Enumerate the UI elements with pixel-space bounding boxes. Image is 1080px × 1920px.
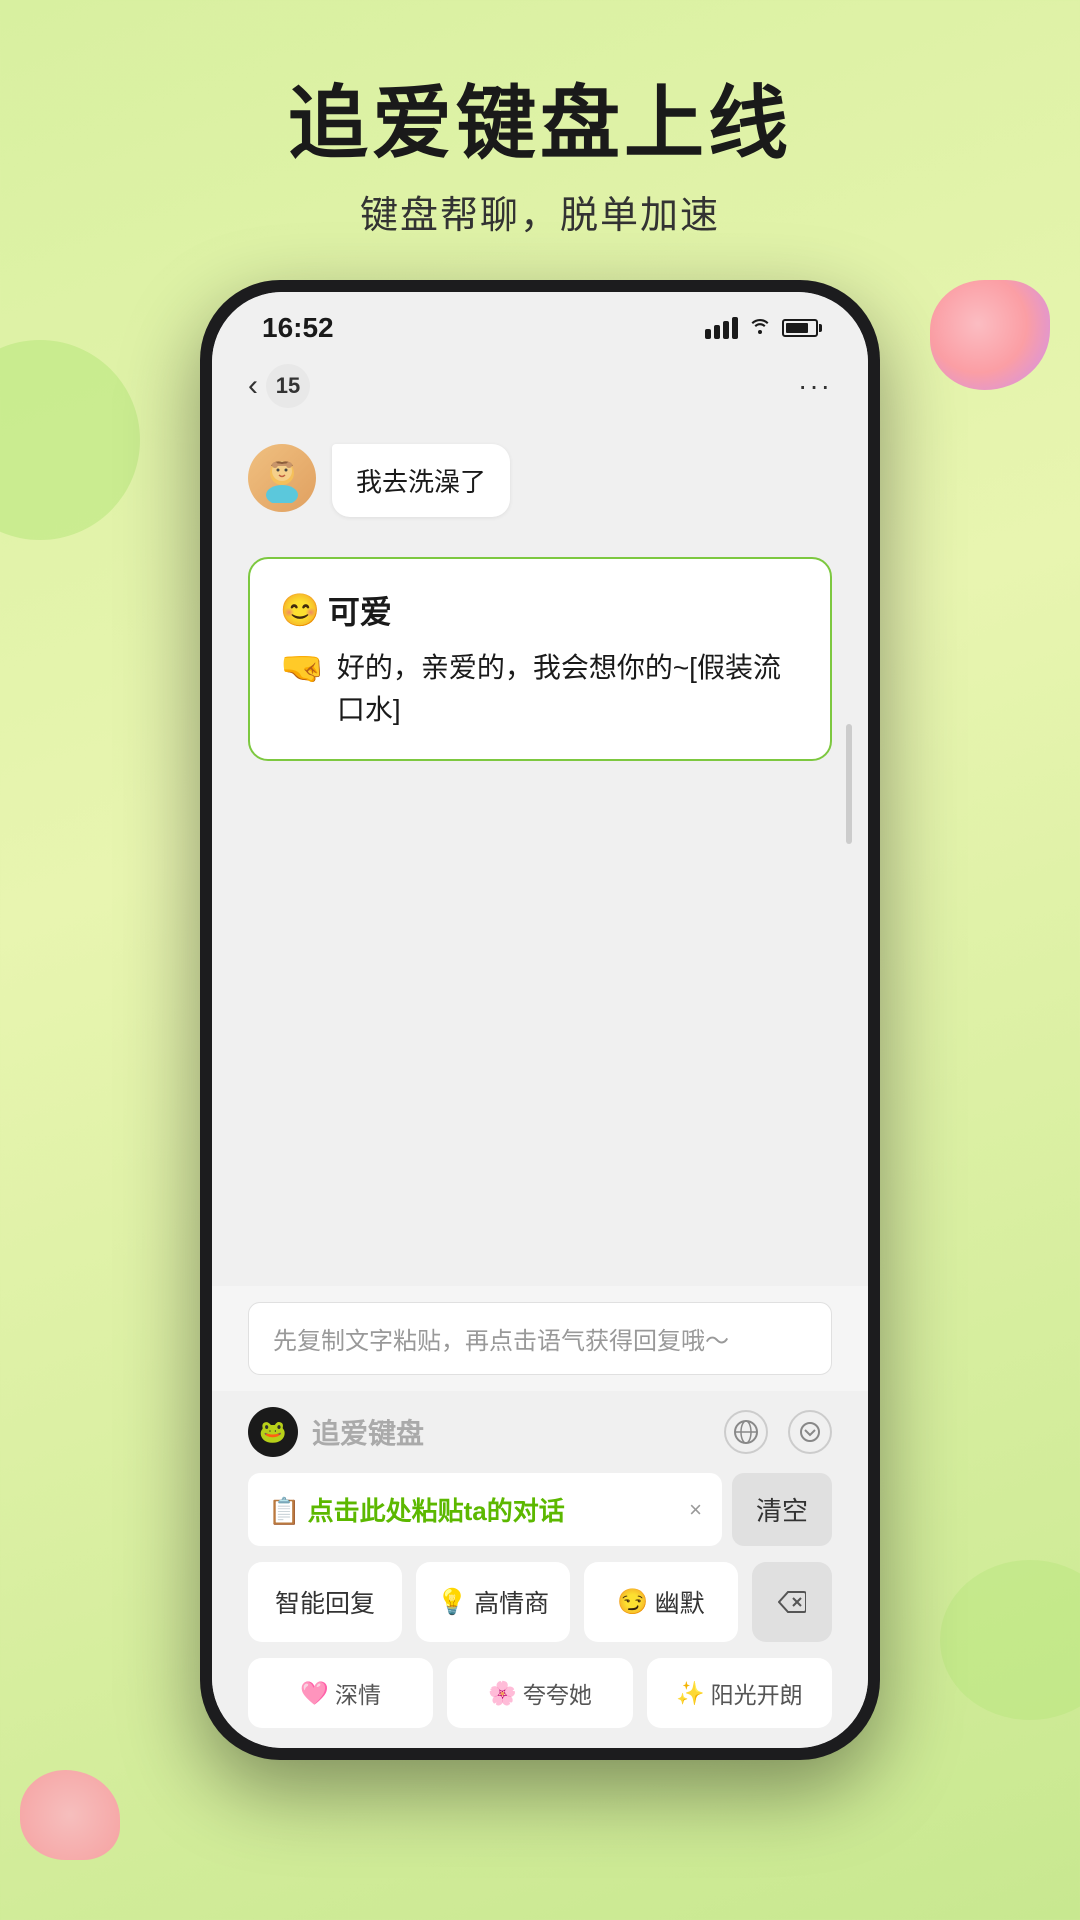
compliment-button[interactable]: 🌸 夸夸她: [447, 1658, 632, 1728]
paste-close-icon[interactable]: ×: [689, 1497, 702, 1523]
signal-icon: [705, 317, 738, 339]
smart-reply-button[interactable]: 智能回复: [248, 1562, 402, 1642]
chat-more-button[interactable]: ···: [798, 370, 832, 402]
status-bar: 16:52: [212, 292, 868, 354]
ai-suggestion-body: 🤜 好的，亲爱的，我会想你的~[假装流口水]: [280, 647, 800, 731]
chevron-down-button[interactable]: [788, 1410, 832, 1454]
wifi-icon: [748, 316, 772, 340]
decorative-blob-right-bottom: [940, 1560, 1080, 1720]
humor-label: 幽默: [655, 1584, 705, 1620]
battery-icon: [782, 319, 818, 337]
back-arrow-icon[interactable]: ‹: [248, 369, 258, 403]
high-eq-button[interactable]: 💡 高情商: [416, 1562, 570, 1642]
keyboard-name: 追爱键盘: [312, 1412, 710, 1452]
chat-header: ‹ 15 ···: [212, 354, 868, 424]
message-input[interactable]: 先复制文字粘贴，再点击语气获得回复哦～: [248, 1302, 832, 1375]
main-title: 追爱键盘上线: [0, 80, 1080, 168]
mood-buttons-row: 🩷 深情 🌸 夸夸她 ✨ 阳光开朗: [212, 1658, 868, 1728]
clear-button[interactable]: 清空: [732, 1473, 832, 1546]
smart-reply-label: 智能回复: [275, 1584, 375, 1620]
input-bar: 先复制文字粘贴，再点击语气获得回复哦～: [212, 1286, 868, 1391]
ai-suggestion-card[interactable]: 😊 可爱 🤜 好的，亲爱的，我会想你的~[假装流口水]: [248, 557, 832, 761]
ai-suggestion-title: 😊 可爱: [280, 587, 800, 633]
hand-emoji-icon: 🤜: [280, 647, 325, 689]
ai-suggestion-text: 好的，亲爱的，我会想你的~[假装流口水]: [337, 647, 800, 731]
paste-banner: 📋 点击此处粘贴ta的对话 × 清空: [248, 1473, 832, 1546]
high-eq-emoji: 💡: [437, 1588, 468, 1617]
phone-outer-frame: 16:52 ‹: [200, 280, 880, 1760]
humor-button[interactable]: 😏 幽默: [584, 1562, 738, 1642]
humor-emoji: 😏: [617, 1588, 648, 1617]
passionate-label: 深情: [335, 1676, 381, 1710]
contact-avatar: [248, 444, 316, 512]
status-icons: [705, 316, 818, 340]
keyboard-section: 🐸 追爱键盘: [212, 1391, 868, 1748]
passionate-emoji: 🩷: [300, 1680, 329, 1707]
quick-reply-row: 智能回复 💡 高情商 😏 幽默: [212, 1562, 868, 1642]
received-message-bubble: 我去洗澡了: [332, 444, 510, 517]
passionate-button[interactable]: 🩷 深情: [248, 1658, 433, 1728]
paste-input-area[interactable]: 📋 点击此处粘贴ta的对话 ×: [248, 1473, 722, 1546]
sunshine-emoji: ✨: [676, 1680, 705, 1707]
page-title-area: 追爱键盘上线 键盘帮聊，脱单加速: [0, 0, 1080, 239]
keyboard-header: 🐸 追爱键盘: [212, 1391, 868, 1473]
page-subtitle: 键盘帮聊，脱单加速: [0, 184, 1080, 239]
ai-suggestion-title-text: 可爱: [328, 587, 392, 633]
sunshine-label: 阳光开朗: [711, 1676, 803, 1710]
decorative-blob-left: [0, 340, 140, 540]
ai-suggestion-emoji: 😊: [280, 591, 320, 629]
phone-mockup: 16:52 ‹: [200, 280, 880, 1760]
paste-label[interactable]: 📋 点击此处粘贴ta的对话: [268, 1491, 565, 1528]
chat-back-area[interactable]: ‹ 15: [248, 364, 310, 408]
sunshine-button[interactable]: ✨ 阳光开朗: [647, 1658, 832, 1728]
decorative-heart-blob-top: [930, 280, 1050, 390]
status-time: 16:52: [262, 312, 334, 344]
globe-button[interactable]: [724, 1410, 768, 1454]
compliment-label: 夸夸她: [523, 1676, 592, 1710]
keyboard-action-icons: [724, 1410, 832, 1454]
keyboard-logo-emoji: 🐸: [259, 1419, 286, 1445]
chat-area: 我去洗澡了 😊 可爱 🤜 好的，亲爱的，我会想你的~[假装流口水]: [212, 424, 868, 1286]
received-message-row: 我去洗澡了: [248, 444, 832, 517]
notification-badge[interactable]: 15: [266, 364, 310, 408]
scrollbar[interactable]: [846, 724, 852, 844]
high-eq-label: 高情商: [474, 1584, 549, 1620]
keyboard-logo: 🐸: [248, 1407, 298, 1457]
compliment-emoji: 🌸: [488, 1680, 517, 1707]
phone-screen: 16:52 ‹: [212, 292, 868, 1748]
decorative-heart-blob-bottom: [20, 1770, 120, 1860]
delete-button[interactable]: [752, 1562, 832, 1642]
